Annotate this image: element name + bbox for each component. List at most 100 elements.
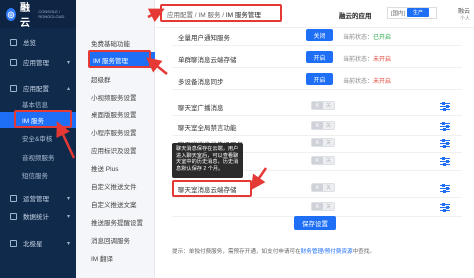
chevron-icon: ▾ [66, 59, 70, 66]
sidebar-item-label: 数据统计 [23, 214, 49, 221]
state-value: 未开启 [373, 57, 392, 63]
nav-icon [10, 58, 17, 66]
settings-sliders-icon[interactable] [440, 156, 450, 166]
sidebar-item[interactable]: 应用配置 ▴ [0, 80, 76, 96]
settings-sliders-icon[interactable] [440, 101, 450, 111]
toggle-knob: K [312, 157, 323, 164]
toggle-off-label: 关 [325, 185, 331, 191]
setting-label: 聊天室全局禁言功能 [178, 125, 237, 132]
toggle-switch[interactable]: K关 [311, 121, 335, 130]
setting-row: 全量用户通知服务 关闭当前状态：已开启 [172, 26, 462, 46]
state-value: 已开启 [373, 35, 392, 41]
toggle-knob: K [312, 203, 323, 210]
toggle-knob: K [312, 184, 323, 191]
sidebar-item[interactable]: 音视频服务 [0, 149, 76, 165]
sidebar-item[interactable]: 安全&审核 [0, 130, 76, 146]
app-name[interactable]: 融云的应用 [339, 10, 372, 20]
chevron-icon: ▴ [66, 85, 70, 92]
toggle-knob: K [312, 102, 323, 109]
sidebar-item-label: 基本信息 [22, 102, 48, 109]
state-value: 未开启 [373, 79, 392, 85]
rongcloud-logo-icon: ◎ [6, 7, 16, 21]
sidebar-item-label: 应用管理 [23, 60, 49, 67]
submenu-item[interactable]: 桌面版服务设置 [76, 106, 155, 122]
toggle-off-label: 关 [325, 204, 331, 210]
sidebar-item[interactable]: 运营管理 ▾ [0, 190, 76, 206]
sidebar-item[interactable]: 总览 [0, 34, 76, 50]
service-state: 当前状态：未开启 [343, 57, 392, 63]
nav-icon [10, 212, 17, 220]
submenu-item[interactable]: 小视频服务设置 [76, 89, 155, 105]
env-badge[interactable]: 生产 [407, 8, 429, 17]
settings-sliders-icon[interactable] [440, 138, 450, 148]
toggle-knob: K [312, 122, 323, 129]
nav-icon [10, 38, 17, 46]
nav-icon [10, 194, 17, 202]
settings-sliders-icon[interactable] [440, 121, 450, 131]
sidebar-item[interactable]: 短信服务 [0, 167, 76, 183]
sidebar-item-label: 北极星 [23, 241, 43, 248]
submenu-item[interactable]: 免费基础功能 [76, 35, 155, 51]
sidebar-item-label: 应用配置 [23, 86, 49, 93]
toggle-service-button[interactable]: 关闭 [306, 29, 333, 41]
service-state: 当前状态：未开启 [343, 79, 392, 85]
user-name[interactable]: 融云 [458, 6, 470, 15]
region-label: [国内] [391, 11, 406, 17]
save-button[interactable]: 保存设置 [294, 216, 336, 230]
toggle-off-label: 关 [325, 123, 331, 129]
chevron-icon: ▾ [66, 240, 70, 247]
finance-link[interactable]: 财务管理/预付费资源 [301, 249, 353, 255]
toggle-switch[interactable]: K关 [311, 138, 335, 147]
submenu-item[interactable]: 自定义推送文件 [76, 178, 155, 194]
brand-logo[interactable]: ◎ 融云 CONSOLE / RONGCLOUD [0, 0, 76, 29]
settings-sliders-icon[interactable] [440, 202, 450, 212]
annotation-box-sidebar [14, 110, 72, 128]
toggle-knob: K [312, 139, 323, 146]
setting-label: 多设备消息同步 [178, 79, 224, 86]
toggle-switch[interactable]: K关 [311, 156, 335, 165]
submenu-item[interactable]: IM 翻译 [76, 250, 155, 266]
chevron-icon: ▾ [66, 213, 70, 220]
setting-row: 多设备消息同步 开启当前状态：未开启 [172, 70, 462, 90]
annotation-box-submenu [88, 50, 151, 68]
toggle-switch[interactable]: K关 [311, 202, 335, 211]
sidebar-item-label: 短信服务 [22, 173, 48, 180]
submenu-item[interactable]: 消息回调服务 [76, 232, 155, 248]
sidebar-item-label: 音视频服务 [22, 155, 55, 162]
sidebar-item[interactable]: 数据统计 ▾ [0, 208, 76, 224]
sidebar-item[interactable]: 北极星 ▾ [0, 235, 76, 251]
submenu: 免费基础功能 IM 服务管理 超级群 小视频服务设置 桌面版服务设置 小程序服务设置 应用标… [76, 0, 155, 278]
submenu-item[interactable]: 推送 Plus [76, 160, 155, 176]
user-type: 个人 [459, 16, 470, 22]
setting-label: 全量用户通知服务 [178, 35, 230, 42]
nav-icon [10, 239, 17, 247]
toggle-off-label: 关 [325, 103, 331, 109]
submenu-item[interactable]: 超级群 [76, 71, 155, 87]
brand-console: CONSOLE / RONGCLOUD [38, 9, 65, 19]
sidebar-item[interactable]: 应用管理 ▾ [0, 54, 76, 70]
annotation-box-breadcrumb [160, 4, 282, 22]
toggle-service-button[interactable]: 开启 [306, 51, 333, 63]
setting-label: 单群聊消息云端存储 [178, 57, 237, 64]
sidebar: ◎ 融云 CONSOLE / RONGCLOUD 总览应用管理 ▾ 应用配置 ▴ 基本信… [0, 0, 76, 278]
brand-name: 融云 [20, 3, 30, 29]
sidebar-item-label: 运营管理 [23, 196, 49, 203]
footnote: 提示：单独付费服务，需预存开通，如支付申请可在财务管理/预付费资源中查找。 [172, 249, 375, 255]
toggle-switch[interactable]: K关 [311, 101, 335, 110]
submenu-item[interactable]: 自定义推送文案 [76, 196, 155, 212]
toggle-off-label: 关 [325, 140, 331, 146]
toggle-switch[interactable]: K关 [311, 183, 335, 192]
sidebar-item-label: 安全&审核 [22, 136, 53, 143]
toggle-service-button[interactable]: 开启 [306, 73, 333, 85]
setting-label: 聊天室广播消息 [178, 105, 224, 112]
nav-icon [10, 84, 17, 92]
submenu-item[interactable]: 推送服务提醒设置 [76, 214, 155, 230]
submenu-item[interactable]: 小程序服务设置 [76, 124, 155, 140]
submenu-item[interactable]: 应用标识及设置 [76, 142, 155, 158]
settings-sliders-icon[interactable] [440, 183, 450, 193]
chevron-icon: ▾ [66, 195, 70, 202]
service-state: 当前状态：已开启 [343, 35, 392, 41]
setting-row: K关 [172, 197, 462, 217]
toggle-off-label: 关 [325, 158, 331, 164]
sidebar-item-label: 总览 [23, 40, 36, 47]
